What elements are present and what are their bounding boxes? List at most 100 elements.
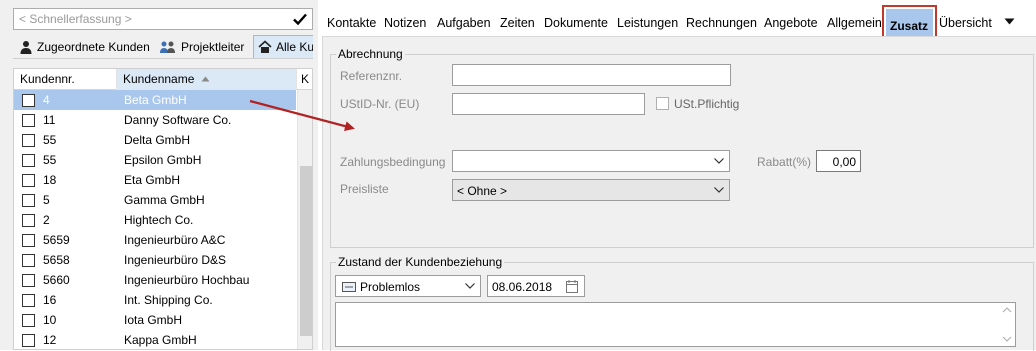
tab-dokumente[interactable]: Dokumente [544, 16, 608, 30]
cell-kundennr: 12 [43, 333, 57, 347]
tab-notizen[interactable]: Notizen [384, 16, 426, 30]
ustid-input[interactable] [452, 93, 645, 115]
abrechnung-group: Abrechnung Referenznr. UStID-Nr. (EU) US… [330, 47, 1034, 248]
cell-kundenname: Iota GmbH [124, 313, 183, 327]
row-checkbox[interactable] [22, 234, 35, 247]
tab-overflow-dropdown-icon[interactable] [1004, 18, 1015, 25]
column-header-k[interactable]: K [297, 69, 312, 90]
cell-kundennr: 2 [43, 213, 50, 227]
notes-textarea[interactable] [335, 302, 1016, 347]
cell-kundennr: 18 [43, 173, 57, 187]
filter-all-customers[interactable]: Alle Ku [253, 35, 313, 58]
grid-scrollbar[interactable] [297, 90, 312, 349]
tab-kontakte[interactable]: Kontakte [327, 16, 376, 30]
tab-uebersicht[interactable]: Übersicht [939, 16, 992, 30]
table-row[interactable]: 4 Beta GmbH [14, 90, 296, 110]
table-row[interactable]: 55 Epsilon GmbH [14, 150, 296, 170]
table-row[interactable]: 12 Kappa GmbH [14, 330, 296, 349]
row-checkbox[interactable] [22, 94, 35, 107]
filter-buttons: Zugeordnete Kunden Projektleiter Alle Ku [13, 35, 313, 59]
ustid-label: UStID-Nr. (EU) [340, 97, 420, 111]
cell-kundenname: Kappa GmbH [124, 333, 197, 347]
row-checkbox[interactable] [22, 154, 35, 167]
column-header-label: Kundenname [123, 72, 195, 86]
row-checkbox[interactable] [22, 334, 35, 347]
tab-allgemein[interactable]: Allgemein [827, 16, 882, 30]
customer-grid: Kundennr. Kundenname K 4 Beta GmbH 11 Danny… [13, 68, 313, 350]
row-checkbox[interactable] [22, 314, 35, 327]
calendar-icon[interactable] [566, 280, 578, 293]
home-icon [258, 40, 272, 53]
group-icon [160, 41, 175, 53]
tab-bar: Kontakte Notizen Aufgaben Zeiten Dokumen… [318, 0, 1036, 45]
select-value: < Ohne > [457, 184, 508, 198]
rabatt-input[interactable]: 0,00 [816, 150, 861, 172]
checkmark-icon[interactable] [292, 11, 308, 27]
cell-kundenname: Eta GmbH [124, 173, 181, 187]
date-picker[interactable]: 08.06.2018 [487, 275, 585, 297]
row-checkbox[interactable] [22, 214, 35, 227]
row-checkbox[interactable] [22, 254, 35, 267]
tab-aufgaben[interactable]: Aufgaben [437, 16, 491, 30]
cell-kundenname: Ingenieurbüro A&C [124, 233, 226, 247]
quick-entry-field[interactable] [13, 8, 313, 30]
cell-kundennr: 5658 [43, 253, 70, 267]
filter-label: Alle Ku [276, 40, 313, 54]
table-row[interactable]: 11 Danny Software Co. [14, 110, 296, 130]
cell-kundennr: 11 [43, 113, 56, 127]
row-checkbox[interactable] [22, 114, 35, 127]
grid-header: Kundennr. Kundenname K [14, 69, 312, 90]
zustand-group: Zustand der Kundenbeziehung Problemlos 0… [330, 255, 1034, 351]
tab-zeiten[interactable]: Zeiten [500, 16, 535, 30]
table-row[interactable]: 5659 Ingenieurbüro A&C [14, 230, 296, 250]
ust-pflichtig-checkbox[interactable] [656, 97, 669, 110]
cell-kundenname: Beta GmbH [124, 93, 187, 107]
table-row[interactable]: 10 Iota GmbH [14, 310, 296, 330]
referenz-input[interactable] [452, 64, 731, 86]
cell-kundenname: Hightech Co. [124, 213, 194, 227]
preisliste-select[interactable]: < Ohne > [452, 179, 730, 201]
scrollbar-thumb[interactable] [300, 166, 312, 336]
select-value: Problemlos [360, 280, 421, 294]
filter-label: Projektleiter [181, 40, 245, 54]
person-icon [20, 41, 32, 54]
scroll-up-icon[interactable] [999, 305, 1015, 315]
row-checkbox[interactable] [22, 134, 35, 147]
filter-assigned-customers[interactable]: Zugeordnete Kunden [15, 35, 154, 58]
notes-scrollbar[interactable] [999, 303, 1015, 346]
column-header-kundennr[interactable]: Kundennr. [14, 69, 117, 90]
table-row[interactable]: 55 Delta GmbH [14, 130, 296, 150]
zahlungsbedingung-select[interactable] [452, 150, 730, 172]
cell-kundennr: 5 [43, 193, 50, 207]
column-header-kundenname[interactable]: Kundenname [117, 69, 297, 90]
table-row[interactable]: 5658 Ingenieurbüro D&S [14, 250, 296, 270]
tab-zusatz-label: Zusatz [890, 19, 929, 33]
tab-angebote[interactable]: Angebote [764, 16, 818, 30]
scroll-down-icon[interactable] [999, 334, 1015, 344]
table-row[interactable]: 5 Gamma GmbH [14, 190, 296, 210]
cell-kundenname: Danny Software Co. [124, 113, 232, 127]
table-row[interactable]: 2 Hightech Co. [14, 210, 296, 230]
table-row[interactable]: 18 Eta GmbH [14, 170, 296, 190]
tab-leistungen[interactable]: Leistungen [617, 16, 678, 30]
row-checkbox[interactable] [22, 174, 35, 187]
row-checkbox[interactable] [22, 274, 35, 287]
filter-project-lead[interactable]: Projektleiter [155, 35, 248, 58]
cell-kundennr: 10 [43, 313, 57, 327]
row-checkbox[interactable] [22, 194, 35, 207]
tab-rechnungen[interactable]: Rechnungen [686, 16, 757, 30]
cell-kundenname: Ingenieurbüro Hochbau [124, 273, 250, 287]
row-checkbox[interactable] [22, 294, 35, 307]
zustand-select[interactable]: Problemlos [335, 275, 481, 297]
zahlungsbedingung-label: Zahlungsbedingung [340, 155, 446, 169]
filter-label: Zugeordnete Kunden [37, 40, 150, 54]
quick-entry-input[interactable] [14, 9, 284, 29]
cell-kundennr: 5660 [43, 273, 70, 287]
table-row[interactable]: 5660 Ingenieurbüro Hochbau [14, 270, 296, 290]
table-row[interactable]: 16 Int. Shipping Co. [14, 290, 296, 310]
cell-kundenname: Epsilon GmbH [124, 153, 202, 167]
group-title: Zustand der Kundenbeziehung [336, 255, 505, 269]
group-title: Abrechnung [336, 47, 405, 61]
referenz-label: Referenznr. [340, 69, 403, 83]
cell-kundennr: 16 [43, 293, 57, 307]
